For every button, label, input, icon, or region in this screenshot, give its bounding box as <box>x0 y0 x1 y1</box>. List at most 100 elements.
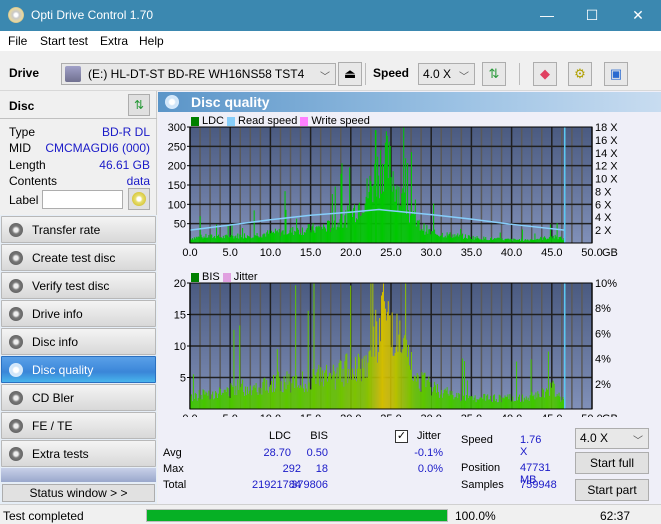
data-bar <box>550 236 552 243</box>
y2-tick-label: 10% <box>595 278 617 290</box>
test-speed-select[interactable]: 4.0 X ﹀ <box>575 428 649 449</box>
nav-filler <box>1 468 156 482</box>
data-bar <box>495 238 497 243</box>
nav-drive-info[interactable]: Drive info <box>1 300 156 327</box>
maximize-button[interactable]: ☐ <box>569 0 615 31</box>
refresh-button[interactable]: ⇅ <box>482 62 506 86</box>
data-bar <box>235 235 237 243</box>
data-bar <box>264 233 266 243</box>
data-bar <box>196 400 198 409</box>
speed-label: Speed <box>373 66 410 80</box>
drive-select[interactable]: (E:) HL-DT-ST BD-RE WH16NS58 TST4 ﹀ <box>61 63 336 85</box>
data-bar <box>276 230 278 243</box>
start-part-button[interactable]: Start part <box>575 479 649 501</box>
nav-extra-tests[interactable]: Extra tests <box>1 440 156 467</box>
data-bar <box>268 233 270 243</box>
status-window-button[interactable]: Status window > > <box>2 484 155 502</box>
data-bar <box>530 359 532 409</box>
data-bar <box>277 232 279 243</box>
data-bar <box>506 238 508 243</box>
data-bar <box>237 379 239 409</box>
nav-disc-info[interactable]: Disc info <box>1 328 156 355</box>
menu-extra[interactable]: Extra <box>100 34 128 48</box>
x-tick-label: 0.0 <box>182 247 197 259</box>
x-tick-label: 25.0 <box>380 413 401 417</box>
nav-cd-bler[interactable]: CD Bler <box>1 384 156 411</box>
data-bar <box>354 379 356 409</box>
data-bar <box>434 229 436 243</box>
data-bar <box>462 358 464 409</box>
data-bar <box>217 393 219 409</box>
data-bar <box>384 142 386 243</box>
data-bar <box>409 365 411 409</box>
nav-verify-test-disc[interactable]: Verify test disc <box>1 272 156 299</box>
data-bar <box>536 239 538 243</box>
nav-create-test-disc[interactable]: Create test disc <box>1 244 156 271</box>
disc-refresh-button[interactable]: ⇅ <box>128 94 150 116</box>
data-bar <box>270 233 272 243</box>
data-bar <box>448 395 450 409</box>
data-bar <box>211 234 213 243</box>
data-bar <box>490 238 492 243</box>
data-bar <box>225 234 227 243</box>
data-bar <box>513 401 515 409</box>
data-bar <box>482 399 484 409</box>
nav-fe-te[interactable]: FE / TE <box>1 412 156 439</box>
data-bar <box>474 395 476 409</box>
data-bar <box>194 392 196 409</box>
data-bar <box>249 237 251 243</box>
data-bar <box>449 232 451 243</box>
data-bar <box>534 233 536 243</box>
data-bar <box>396 185 398 243</box>
menu-file[interactable]: File <box>8 34 27 48</box>
disc-label-input[interactable] <box>42 190 123 209</box>
data-bar <box>323 386 325 409</box>
data-bar <box>240 234 242 243</box>
disc-label-button[interactable] <box>128 188 150 210</box>
data-bar <box>372 283 374 409</box>
data-bar <box>271 380 273 409</box>
data-bar <box>218 387 220 409</box>
nav-disc-quality[interactable]: Disc quality <box>1 356 156 383</box>
data-bar <box>314 232 316 243</box>
minimize-button[interactable]: — <box>524 0 570 31</box>
data-bar <box>328 221 330 243</box>
data-bar <box>381 163 383 243</box>
close-button[interactable]: ✕ <box>615 0 661 31</box>
disc-length-label: Length <box>9 158 46 172</box>
data-bar <box>329 373 331 409</box>
data-bar <box>428 376 430 409</box>
data-bar <box>392 355 394 409</box>
data-bar <box>273 391 275 409</box>
settings-button[interactable]: ⚙ <box>568 62 592 86</box>
data-bar <box>297 387 299 409</box>
data-bar <box>439 394 441 409</box>
eject-button[interactable]: ⏏ <box>338 62 362 86</box>
menu-start-test[interactable]: Start test <box>40 34 88 48</box>
data-bar <box>513 238 515 243</box>
data-bar <box>458 236 460 243</box>
data-bar <box>332 364 334 409</box>
jitter-max: 0.0% <box>417 463 443 475</box>
data-bar <box>318 364 320 409</box>
data-bar <box>545 391 547 409</box>
data-bar <box>202 389 204 409</box>
data-bar <box>416 220 418 243</box>
data-bar <box>226 235 228 243</box>
start-full-button[interactable]: Start full <box>575 452 649 474</box>
menu-help[interactable]: Help <box>139 34 164 48</box>
speed-select[interactable]: 4.0 X ﹀ <box>418 63 475 85</box>
jitter-checkbox[interactable]: ✓ <box>395 430 408 443</box>
erase-button[interactable]: ◆ <box>533 62 557 86</box>
data-bar <box>292 377 294 409</box>
data-bar <box>299 233 301 243</box>
extra-tests-icon <box>9 447 23 461</box>
save-button[interactable]: ▣ <box>604 62 628 86</box>
data-bar <box>437 391 439 409</box>
nav-transfer-rate[interactable]: Transfer rate <box>1 216 156 243</box>
data-bar <box>335 229 337 243</box>
data-bar <box>272 392 274 409</box>
chevron-down-icon: ﹀ <box>633 436 643 447</box>
data-bar <box>341 381 343 409</box>
data-bar <box>316 372 318 409</box>
